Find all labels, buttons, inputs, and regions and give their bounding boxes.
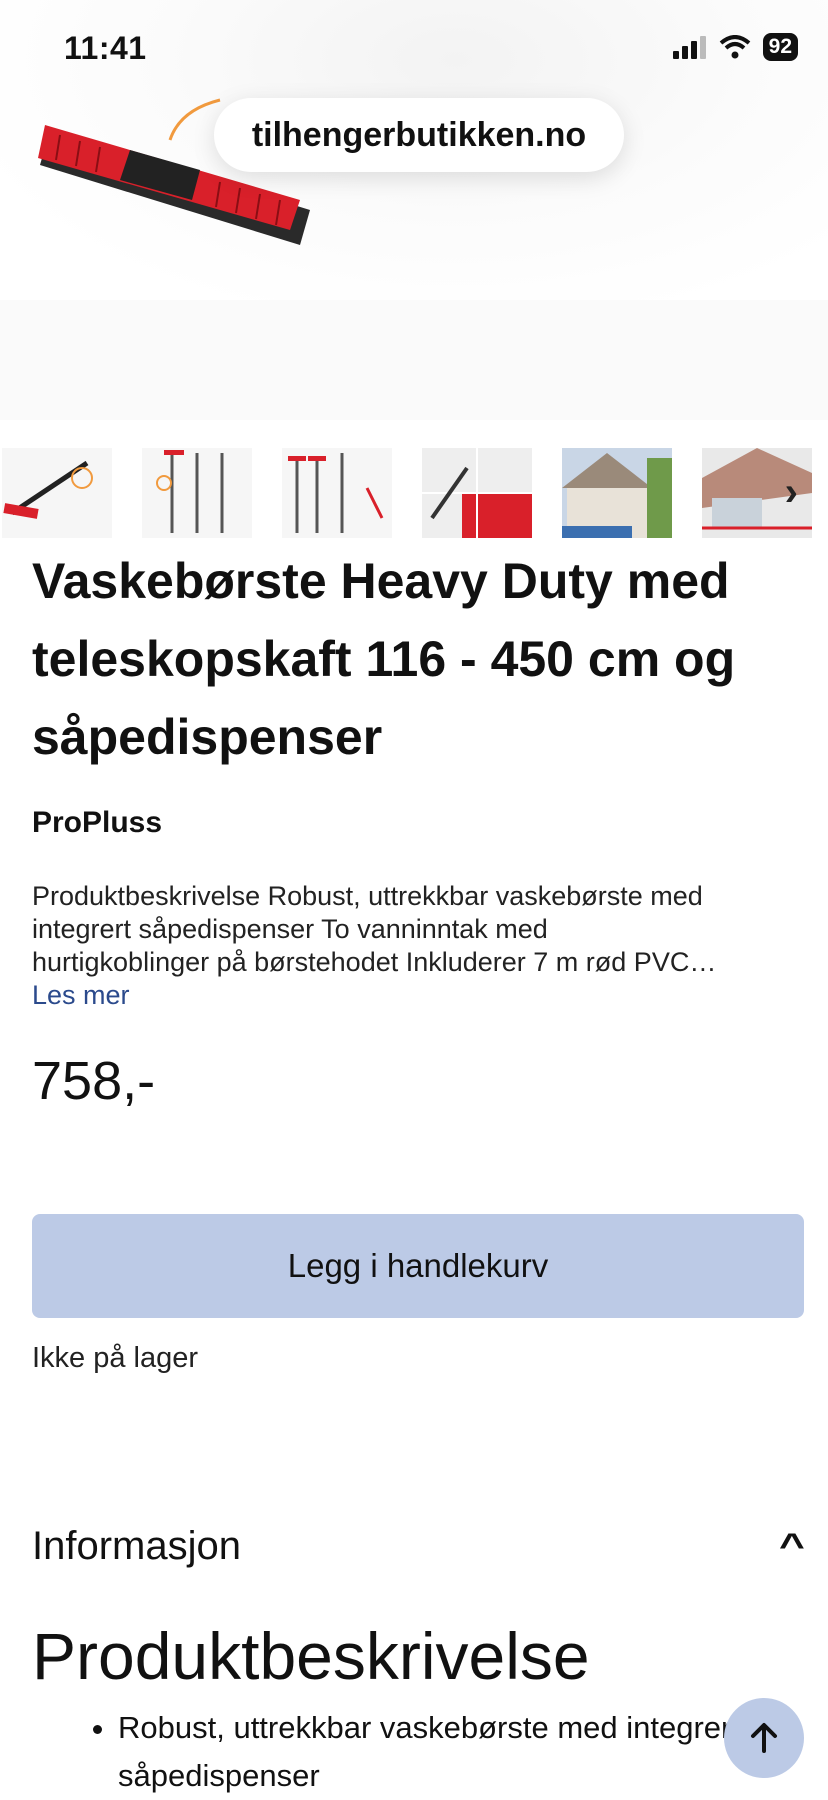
- stock-status: Ikke på lager: [32, 1342, 199, 1374]
- product-title: Vaskebørste Heavy Duty med teleskopskaft…: [32, 553, 736, 765]
- status-time: 11:41: [64, 30, 147, 66]
- description-line: integrert såpedispenser To vanninntak me…: [32, 914, 548, 944]
- status-bar: 11:41 92: [0, 0, 828, 100]
- info-section-header[interactable]: Informasjon ^: [32, 1524, 805, 1569]
- thumbnail-5[interactable]: [562, 448, 672, 538]
- feature-list: Robust, uttrekkbar vaskebørste med integ…: [82, 1704, 758, 1800]
- read-more-link[interactable]: Les mer: [32, 980, 130, 1011]
- arrow-up-icon: [751, 1723, 777, 1753]
- thumbnail-2[interactable]: [142, 448, 252, 538]
- chevron-up-icon[interactable]: ^: [779, 1527, 805, 1566]
- url-bar[interactable]: tilhengerbutikken.no: [214, 98, 624, 172]
- thumbnail-strip: [0, 448, 828, 540]
- product-price: 758,-: [32, 1051, 156, 1111]
- battery-indicator: 92: [762, 33, 798, 61]
- status-icons: 92: [672, 33, 798, 61]
- description-heading: Produktbeskrivelse: [32, 1619, 590, 1693]
- scroll-to-top-button[interactable]: [724, 1698, 804, 1778]
- thumbnail-3[interactable]: [282, 448, 392, 538]
- product-brand: ProPluss: [32, 806, 163, 839]
- wifi-icon: [719, 35, 750, 59]
- signal-icon: [672, 36, 706, 59]
- chevron-right-icon[interactable]: ›: [785, 470, 798, 515]
- add-to-cart-button[interactable]: Legg i handlekurv: [32, 1214, 804, 1318]
- product-description: Produktbeskrivelse Robust, uttrekkbar va…: [32, 880, 800, 979]
- list-item: Robust, uttrekkbar vaskebørste med integ…: [118, 1704, 758, 1800]
- thumbnail-1[interactable]: [2, 448, 112, 538]
- description-line: Produktbeskrivelse Robust, uttrekkbar va…: [32, 881, 703, 911]
- info-section-title: Informasjon: [32, 1524, 241, 1568]
- thumbnail-4[interactable]: [422, 448, 532, 538]
- description-line: hurtigkoblinger på børstehodet Inkludere…: [32, 947, 717, 977]
